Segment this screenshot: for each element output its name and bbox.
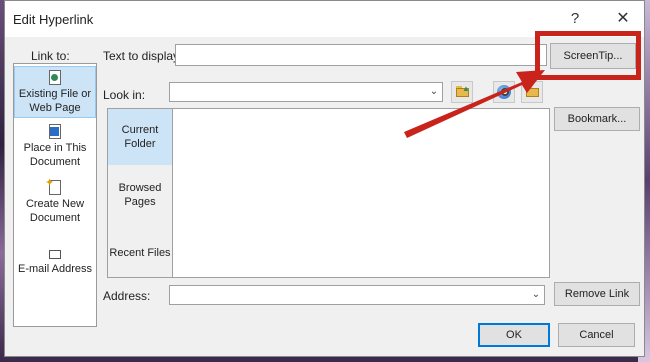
annotation-arrow-icon bbox=[404, 70, 545, 138]
